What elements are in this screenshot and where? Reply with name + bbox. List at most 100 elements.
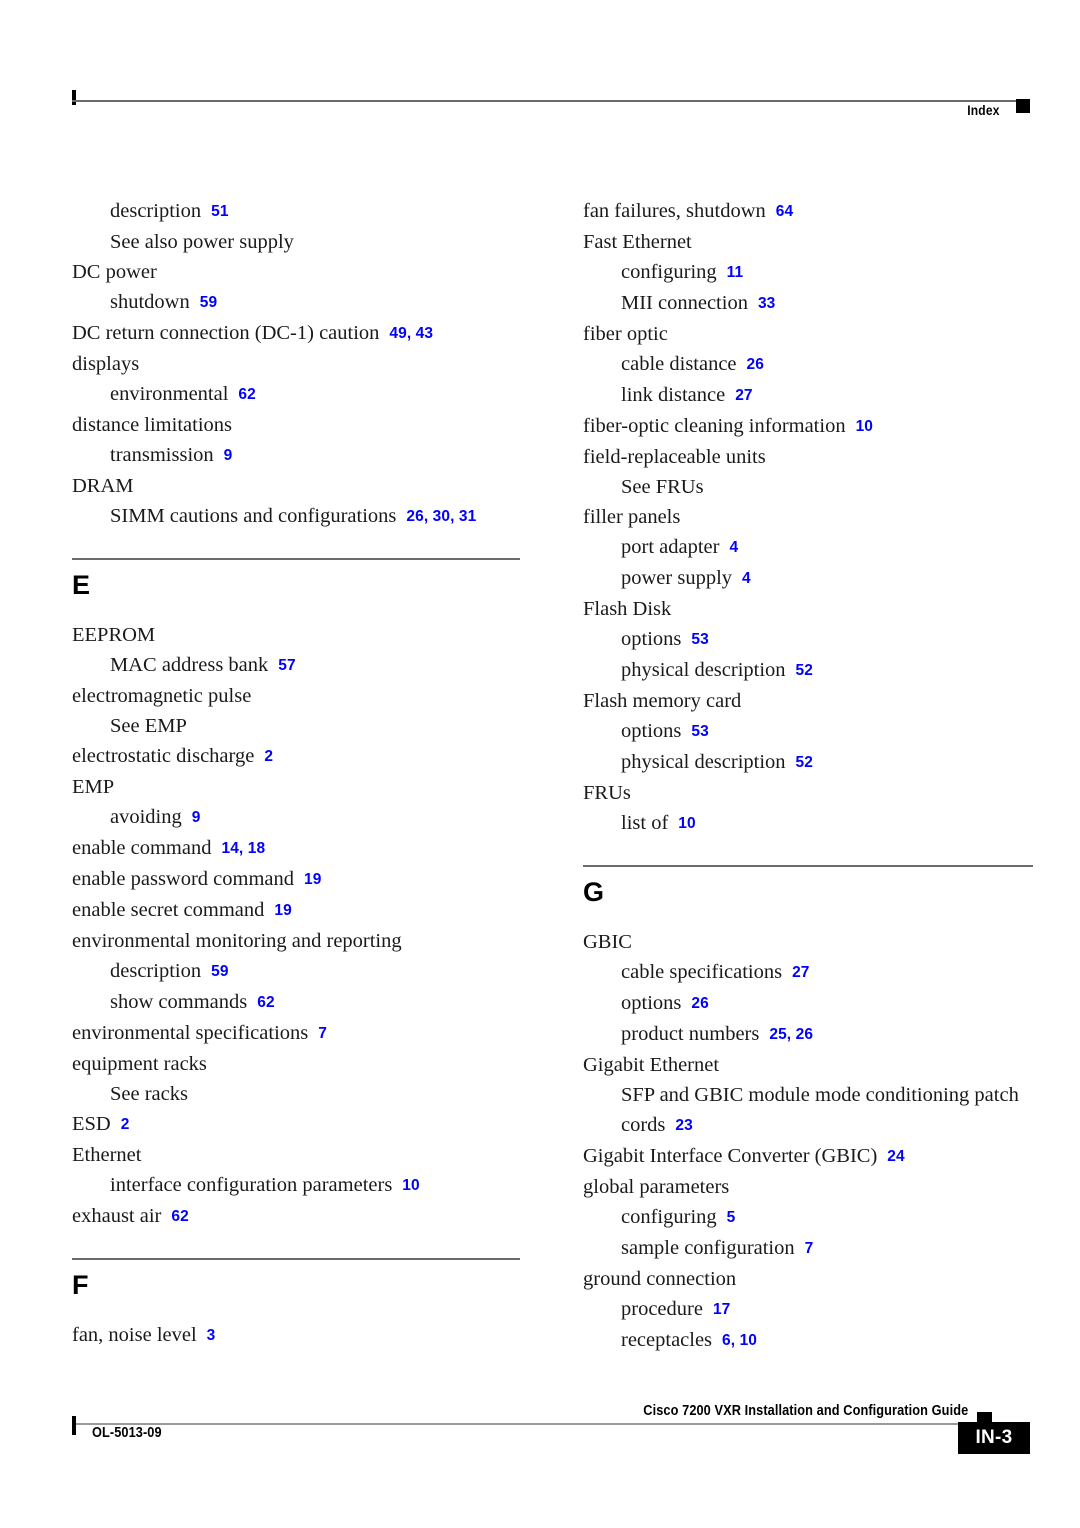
index-entry: distance limitations [72,410,520,440]
index-column-right: fan failures, shutdown 64 Fast Ethernet con… [583,196,1033,1356]
index-entry-term: environmental specifications [72,1022,309,1044]
index-entry-page-numbers[interactable]: 4 [729,539,738,556]
index-entry-page-numbers[interactable]: 3 [207,1327,216,1344]
index-entry-page-numbers[interactable]: 52 [796,754,813,771]
index-entry-page-numbers[interactable]: 23 [675,1117,692,1134]
index-entry: SFP and GBIC module mode conditioning pa… [583,1080,1033,1141]
index-entry-term: description [110,200,202,222]
index-page: Index description 51 See also power supply… [0,0,1080,1528]
index-entry-page-numbers[interactable]: 24 [887,1148,904,1165]
section-letter-heading: F [72,1270,89,1300]
index-entry-page-numbers[interactable]: 51 [211,203,228,220]
index-entry-page-numbers[interactable]: 19 [274,902,291,919]
index-entry: sample configuration 7 [583,1233,1033,1264]
index-entry-page-numbers[interactable]: 11 [727,264,744,281]
index-entry-page-numbers[interactable]: 17 [713,1301,730,1318]
index-entry-page-numbers[interactable]: 64 [776,203,793,220]
index-entry-page-numbers[interactable]: 26, 30, 31 [406,508,476,525]
section-rule [583,865,1033,867]
index-entry-page-numbers[interactable]: 6, 10 [722,1332,757,1349]
index-entry-page-numbers[interactable]: 59 [211,963,228,980]
index-entry-term: transmission [110,444,214,466]
index-entry-page-numbers[interactable]: 10 [678,815,695,832]
index-entry-page-numbers[interactable]: 59 [200,294,217,311]
index-entry-page-numbers[interactable]: 26 [691,995,708,1012]
index-entry-term: options [621,628,682,650]
section-rule [72,558,520,560]
index-entry-page-numbers[interactable]: 57 [278,657,295,674]
index-entry: configuring 5 [583,1202,1033,1233]
index-entry: DC return connection (DC-1) caution 49, 4… [72,318,520,349]
index-entry: Flash Disk [583,594,1033,624]
index-entry-term: DC return connection (DC-1) caution [72,322,380,344]
index-entry: See EMP [72,711,520,741]
index-entry-term: physical description [621,659,786,681]
index-entry: electrostatic discharge 2 [72,741,520,772]
index-entry-term: Fast Ethernet [583,231,692,253]
index-entry-page-numbers[interactable]: 52 [796,662,813,679]
index-entry-page-numbers[interactable]: 27 [735,387,752,404]
header-tick-marker [72,90,76,105]
index-column-left: description 51 See also power supply DC pow… [72,196,520,1351]
index-entry: SIMM cautions and configurations 26, 30, … [72,501,520,532]
index-entry-page-numbers[interactable]: 10 [856,418,873,435]
index-entry: avoiding 9 [72,802,520,833]
index-entry-term: MAC address bank [110,654,269,676]
index-entry: environmental specifications 7 [72,1018,520,1049]
index-entry-page-numbers[interactable]: 9 [192,809,201,826]
index-entry: Gigabit Ethernet [583,1050,1033,1080]
index-entry: Fast Ethernet [583,227,1033,257]
index-entry-page-numbers[interactable]: 33 [758,295,775,312]
index-entry-page-numbers[interactable]: 10 [402,1177,419,1194]
index-entry-term: Flash Disk [583,598,672,620]
index-entry-term: interface configuration parameters [110,1174,393,1196]
index-entry: fan failures, shutdown 64 [583,196,1033,227]
index-entry-page-numbers[interactable]: 2 [264,748,273,765]
index-entry-page-numbers[interactable]: 2 [121,1116,130,1133]
index-entry-page-numbers[interactable]: 19 [304,871,321,888]
index-entry-term: DC power [72,261,157,283]
index-entry: MII connection 33 [583,288,1033,319]
index-entry-page-numbers[interactable]: 62 [238,386,255,403]
index-entry-page-numbers[interactable]: 7 [805,1240,814,1257]
index-entry-page-numbers[interactable]: 26 [747,356,764,373]
index-entry: DC power [72,257,520,287]
index-entry-term: options [621,720,682,742]
index-entry-page-numbers[interactable]: 25, 26 [769,1026,813,1043]
index-entry-page-numbers[interactable]: 49, 43 [389,325,433,342]
index-entry-term: port adapter [621,536,720,558]
index-entry-page-numbers[interactable]: 27 [792,964,809,981]
index-entry-page-numbers[interactable]: 62 [171,1208,188,1225]
index-entry: fiber-optic cleaning information 10 [583,411,1033,442]
index-entry: interface configuration parameters 10 [72,1170,520,1201]
index-entry-term: See EMP [110,715,187,737]
index-entry-term: See FRUs [621,476,704,498]
footer-document-id: OL-5013-09 [92,1425,162,1441]
index-entry: ground connection [583,1264,1033,1294]
index-entry-term: ESD [72,1113,111,1135]
index-entry-page-numbers[interactable]: 4 [742,570,751,587]
index-entry-page-numbers[interactable]: 53 [691,723,708,740]
index-entry-term: enable secret command [72,899,265,921]
index-entry: environmental monitoring and reporting [72,926,520,956]
index-entry-term: fiber optic [583,323,668,345]
index-entry-page-numbers[interactable]: 9 [224,447,233,464]
index-entry-term: global parameters [583,1176,730,1198]
index-entry-term: cable distance [621,353,737,375]
index-entry-page-numbers[interactable]: 14, 18 [221,840,265,857]
footer-guide-title: Cisco 7200 VXR Installation and Configur… [643,1403,968,1419]
index-entry-term: Gigabit Interface Converter (GBIC) [583,1145,878,1167]
index-entry-term: filler panels [583,506,681,528]
index-entry-term: avoiding [110,806,182,828]
section-rule [72,1258,520,1260]
index-entry: procedure 17 [583,1294,1033,1325]
index-entry-page-numbers[interactable]: 5 [727,1209,736,1226]
index-entry: electromagnetic pulse [72,681,520,711]
index-entry-term: shutdown [110,291,190,313]
index-entry-page-numbers[interactable]: 53 [691,631,708,648]
index-entry-page-numbers[interactable]: 62 [257,994,274,1011]
index-entry: fan, noise level 3 [72,1320,520,1351]
index-entry-page-numbers[interactable]: 7 [318,1025,327,1042]
header-rule [72,100,1030,102]
index-entry: configuring 11 [583,257,1033,288]
